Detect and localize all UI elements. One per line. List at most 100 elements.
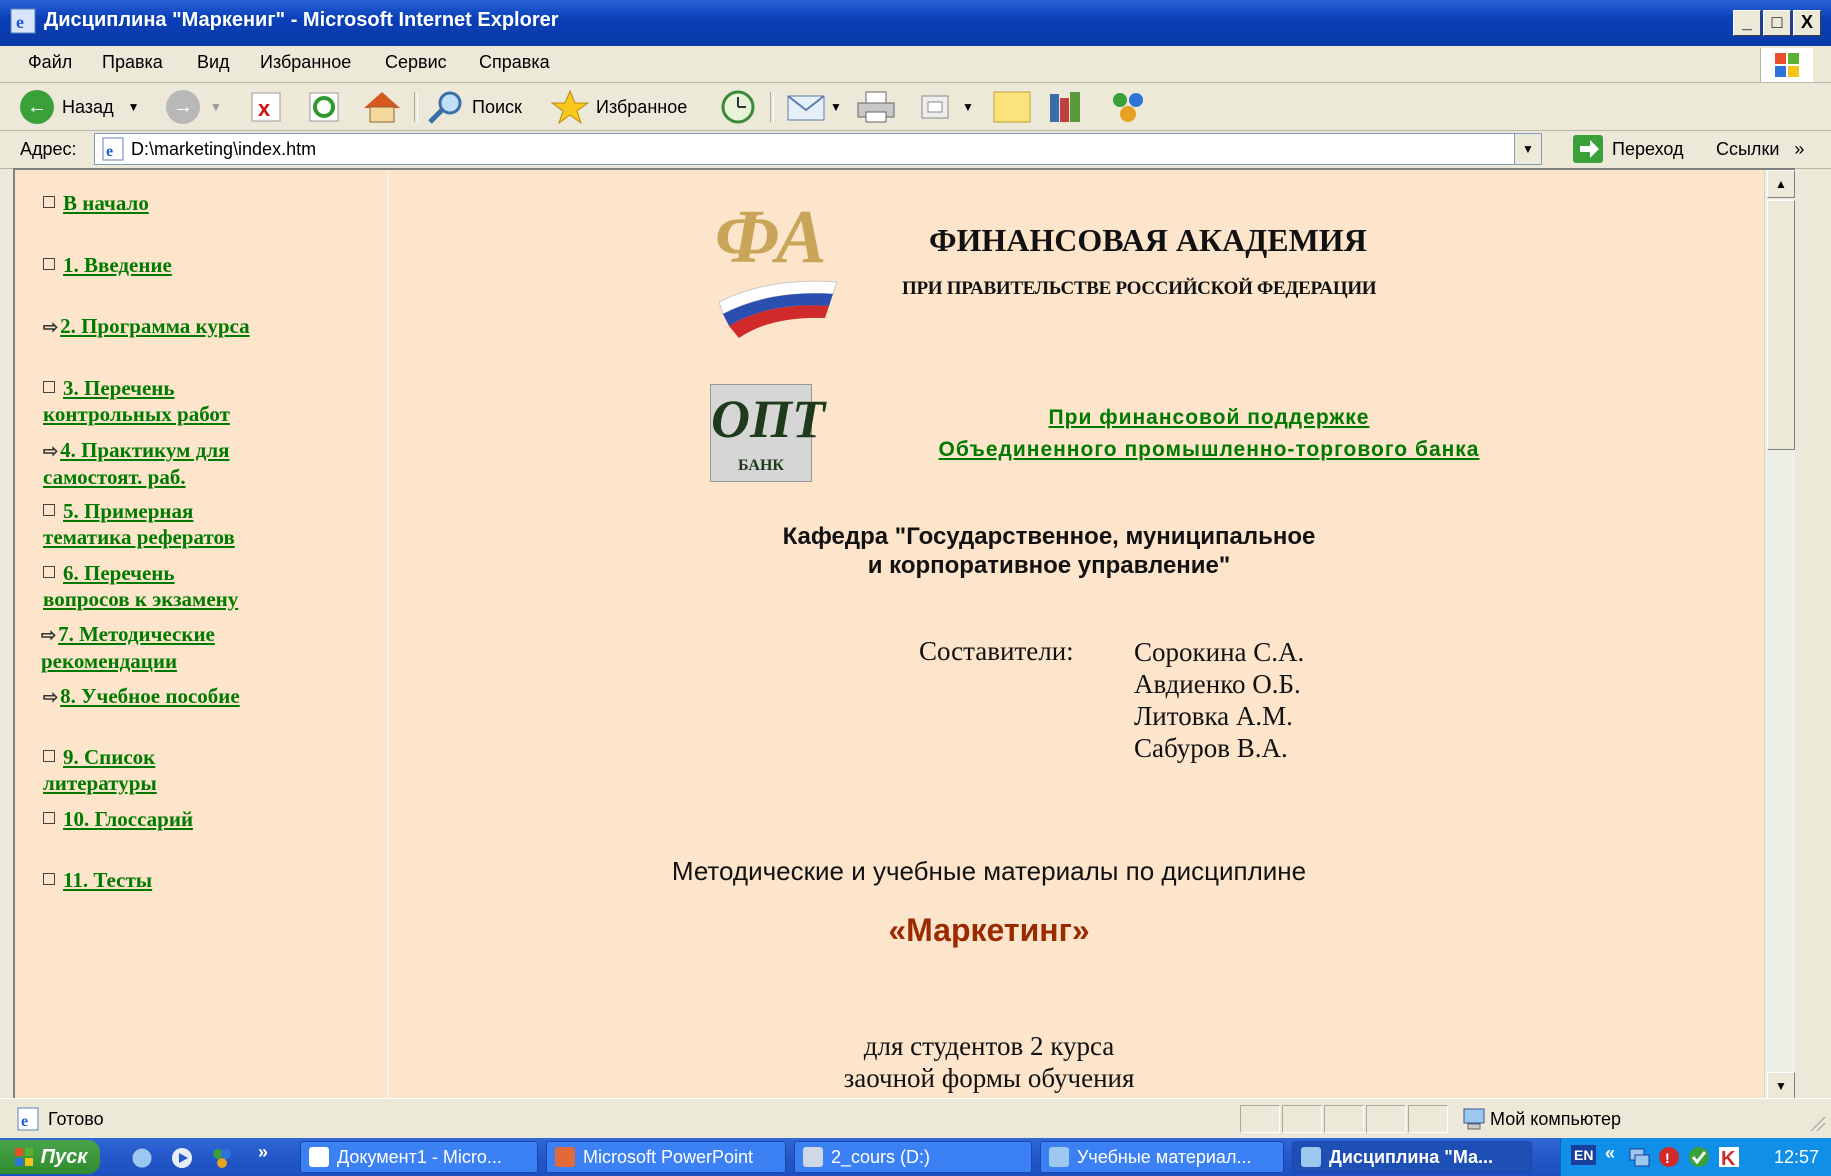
go-arrow-icon — [1573, 135, 1603, 163]
svg-text:e: e — [106, 143, 113, 160]
resize-grip-icon[interactable] — [1807, 1113, 1827, 1133]
arrow-bullet-icon: ⇨ — [43, 687, 59, 707]
authors-label: Составители: — [919, 636, 1074, 666]
discuss-button[interactable] — [992, 90, 1032, 124]
quicklaunch-ie-icon[interactable] — [130, 1146, 154, 1170]
powerpoint-icon — [555, 1147, 575, 1167]
edit-button[interactable]: ▼ — [918, 90, 974, 124]
mail-button[interactable]: ▼ — [786, 90, 842, 124]
edit-dropdown-icon[interactable]: ▼ — [962, 100, 974, 114]
task-powerpoint[interactable]: Microsoft PowerPoint — [546, 1141, 786, 1173]
status-pane — [1366, 1105, 1406, 1133]
menu-favorites[interactable]: Избранное — [260, 52, 351, 73]
menu-edit[interactable]: Правка — [102, 52, 163, 73]
task-discipline-window[interactable]: Дисциплина "Ма... — [1292, 1141, 1532, 1173]
edit-icon — [921, 95, 949, 119]
nav-item-tests[interactable]: 11. Тесты — [43, 867, 152, 893]
tray-expand-icon[interactable]: « — [1605, 1143, 1615, 1164]
home-button[interactable] — [362, 90, 402, 124]
window-title: Дисциплина "Маркениг" - Microsoft Intern… — [44, 9, 559, 31]
address-input[interactable]: e D:\marketing\index.htm ▼ — [94, 133, 1542, 165]
nav-item-glossary[interactable]: 10. Глоссарий — [43, 806, 193, 832]
ie-task-icon — [1301, 1147, 1321, 1167]
mail-dropdown-icon[interactable]: ▼ — [830, 100, 842, 114]
students-line-1: для студентов 2 курса — [863, 1031, 1115, 1061]
menu-view[interactable]: Вид — [197, 52, 230, 73]
nav-item-program[interactable]: ⇨2. Программа курса — [43, 313, 250, 340]
status-bar: e Готово Мой компьютер — [0, 1098, 1831, 1139]
quicklaunch-messenger-icon[interactable] — [210, 1146, 234, 1170]
menu-tools[interactable]: Сервис — [385, 52, 447, 73]
links-more-icon[interactable]: » — [1794, 139, 1804, 159]
menu-help[interactable]: Справка — [479, 52, 550, 73]
language-indicator[interactable]: EN — [1571, 1145, 1597, 1165]
links-toolbar[interactable]: Ссылки » — [1716, 139, 1804, 160]
menu-file[interactable]: Файл — [28, 52, 72, 73]
research-button[interactable] — [1046, 90, 1086, 124]
scroll-up-icon[interactable]: ▲ — [1767, 170, 1795, 198]
network-icon[interactable] — [1627, 1145, 1651, 1169]
quicklaunch-media-icon[interactable] — [170, 1146, 194, 1170]
print-button[interactable] — [856, 90, 896, 124]
favorites-button[interactable]: Избранное — [550, 90, 687, 124]
forward-dropdown-icon[interactable]: ▼ — [210, 100, 222, 114]
security-zone: Мой компьютер — [1490, 1109, 1622, 1129]
nav-item-home[interactable]: В начало — [43, 190, 149, 216]
page-status-icon: e — [17, 1107, 39, 1131]
system-tray: EN « ! K 12:57 — [1560, 1138, 1831, 1176]
address-label: Адрес: — [20, 139, 77, 159]
minimize-button[interactable]: _ — [1733, 10, 1761, 36]
navigation-frame: В начало 1. Введение ⇨2. Программа курса… — [15, 170, 389, 1100]
task-word-document[interactable]: Документ1 - Micro... — [300, 1141, 538, 1173]
mail-icon — [787, 95, 825, 121]
history-button[interactable] — [718, 90, 758, 124]
address-dropdown-icon[interactable]: ▼ — [1514, 134, 1541, 164]
nav-item-exam-questions[interactable]: 6. Перечень вопросов к экзамену — [43, 560, 238, 612]
back-button[interactable]: ← Назад ▼ — [20, 90, 139, 124]
back-dropdown-icon[interactable]: ▼ — [128, 100, 140, 114]
close-button[interactable]: X — [1793, 10, 1821, 36]
forward-button[interactable]: → ▼ — [166, 90, 222, 124]
checkmark-icon[interactable] — [1687, 1145, 1711, 1169]
support-line-1: При финансовой поддержке — [1048, 406, 1370, 429]
square-bullet-icon — [43, 381, 55, 393]
status-pane — [1282, 1105, 1322, 1133]
stop-button[interactable]: x — [250, 90, 282, 124]
task-folder[interactable]: 2_cours (D:) — [794, 1141, 1032, 1173]
home-icon — [364, 92, 400, 123]
svg-text:K: K — [1721, 1148, 1736, 1169]
square-bullet-icon — [43, 750, 55, 762]
search-button[interactable]: Поиск — [426, 90, 522, 124]
students-line-2: заочной формы обучения — [843, 1063, 1135, 1093]
print-icon — [857, 91, 895, 123]
nav-item-literature[interactable]: 9. Список литературы — [43, 744, 157, 796]
antivirus-icon[interactable]: K — [1717, 1145, 1741, 1169]
task-study-materials[interactable]: Учебные материал... — [1040, 1141, 1284, 1173]
nav-item-guidelines[interactable]: ⇨7. Методические рекомендации — [41, 621, 215, 674]
refresh-button[interactable] — [308, 90, 340, 124]
quicklaunch-more-icon[interactable]: » — [258, 1142, 268, 1163]
svg-text:ФА: ФА — [715, 195, 827, 279]
go-button[interactable]: Переход — [1572, 134, 1684, 164]
messenger-button[interactable] — [1108, 90, 1148, 124]
vertical-scrollbar[interactable]: ▲ ▼ — [1764, 170, 1795, 1100]
scroll-thumb[interactable] — [1767, 200, 1795, 450]
scroll-down-icon[interactable]: ▼ — [1767, 1072, 1795, 1100]
maximize-button[interactable]: □ — [1763, 10, 1791, 36]
support-link[interactable]: При финансовой поддержке Объединенного п… — [859, 402, 1559, 466]
nav-item-practicum[interactable]: ⇨4. Практикум для самостоят. раб. — [43, 437, 229, 490]
nav-item-essay-topics[interactable]: 5. Примерная тематика рефератов — [43, 498, 235, 550]
nav-item-control-works[interactable]: 3. Перечень контрольных работ — [43, 375, 230, 427]
svg-text:e: e — [21, 1113, 28, 1130]
start-button[interactable]: Пуск — [0, 1140, 100, 1174]
taskbar: Пуск » Документ1 - Micro... Microsoft Po… — [0, 1138, 1831, 1176]
nav-item-introduction[interactable]: 1. Введение — [43, 252, 172, 278]
svg-text:x: x — [258, 96, 271, 121]
security-alert-icon[interactable]: ! — [1657, 1145, 1681, 1169]
nav-item-textbook[interactable]: ⇨8. Учебное пособие — [43, 683, 240, 710]
title-bar[interactable]: e Дисциплина "Маркениг" - Microsoft Inte… — [0, 0, 1831, 46]
favorites-label: Избранное — [596, 96, 688, 117]
academy-title: ФИНАНСОВАЯ АКАДЕМИЯ — [929, 222, 1367, 258]
author-name: Сорокина С.А. — [1134, 637, 1305, 667]
start-label: Пуск — [40, 1145, 88, 1168]
